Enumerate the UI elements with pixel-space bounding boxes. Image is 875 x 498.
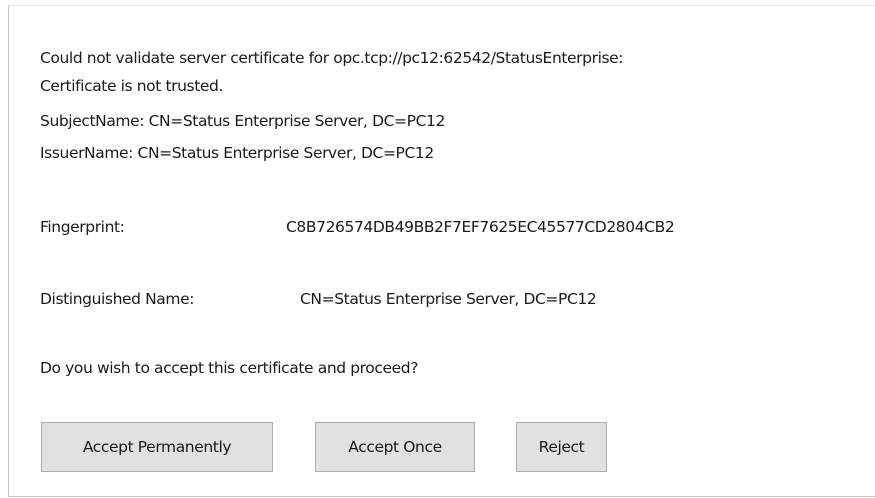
distinguished-name-value: CN=Status Enterprise Server, DC=PC12 bbox=[300, 290, 597, 308]
message-not-trusted: Certificate is not trusted. bbox=[40, 77, 223, 95]
fingerprint-value: C8B726574DB49BB2F7EF7625EC45577CD2804CB2 bbox=[286, 218, 675, 236]
distinguished-name-label: Distinguished Name: bbox=[40, 290, 195, 308]
fingerprint-label: Fingerprint: bbox=[40, 218, 125, 236]
accept-once-button[interactable]: Accept Once bbox=[315, 422, 475, 472]
message-subject-name: SubjectName: CN=Status Enterprise Server… bbox=[40, 112, 445, 130]
message-server-validation: Could not validate server certificate fo… bbox=[40, 49, 624, 67]
reject-button[interactable]: Reject bbox=[516, 422, 607, 472]
accept-question: Do you wish to accept this certificate a… bbox=[40, 359, 419, 377]
accept-permanently-button[interactable]: Accept Permanently bbox=[41, 422, 273, 472]
message-issuer-name: IssuerName: CN=Status Enterprise Server,… bbox=[40, 144, 434, 162]
